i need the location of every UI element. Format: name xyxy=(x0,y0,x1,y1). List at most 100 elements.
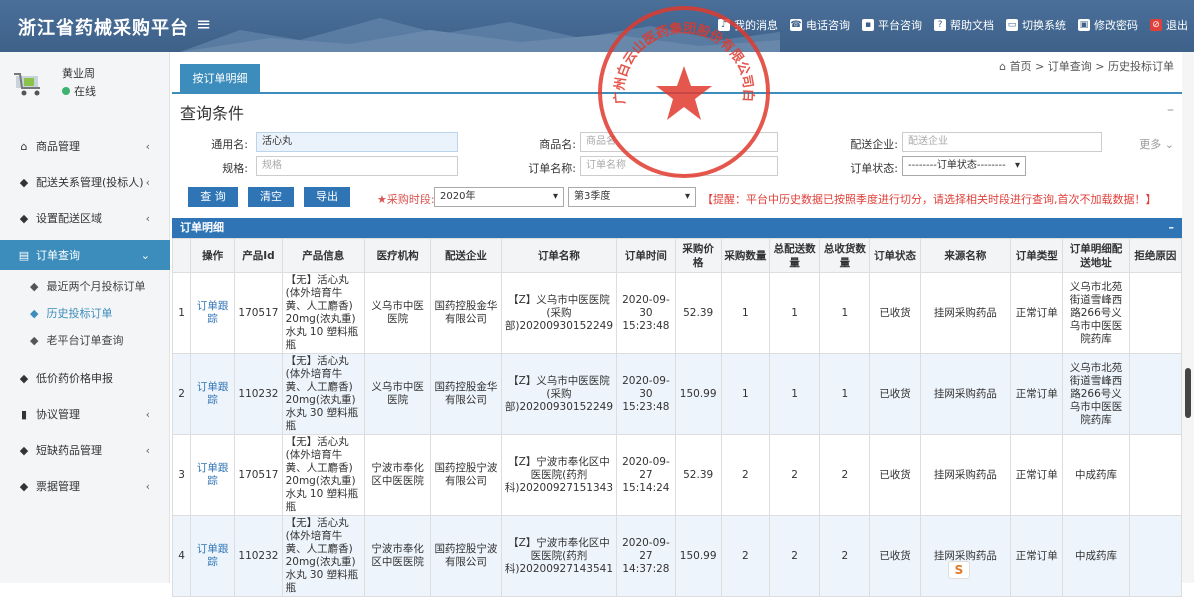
sidebar-sub-recent-orders[interactable]: ◆ 最近两个月投标订单 xyxy=(0,274,170,298)
product-name-label: 商品名: xyxy=(539,138,576,151)
scrollbar-thumb[interactable] xyxy=(1185,368,1191,418)
sidebar-item-delivery-area[interactable]: ◆ 设置配送区域 ‹ xyxy=(0,204,170,232)
switch-icon: ▭ xyxy=(1006,19,1018,31)
sidebar-item-goods[interactable]: ⌂ 商品管理 ‹ xyxy=(0,132,170,160)
chevron-left-icon: ‹ xyxy=(145,479,150,493)
order-track-link[interactable]: 订单跟踪 xyxy=(190,353,236,435)
price: 52.39 xyxy=(674,434,722,516)
export-button[interactable]: 导出 xyxy=(304,187,350,207)
product-id: 110232 xyxy=(234,515,283,597)
caret-down-icon: ▾ xyxy=(552,191,558,202)
clear-button[interactable]: 清空 xyxy=(248,187,294,207)
collapse-icon[interactable]: – xyxy=(1169,218,1175,238)
order-time: 2020-09-30 15:23:48 xyxy=(616,272,676,354)
price: 150.99 xyxy=(674,353,722,435)
spec-label: 规格: xyxy=(222,162,248,175)
caret-down-icon: ▾ xyxy=(684,191,690,202)
col-header: 总配送数量 xyxy=(768,238,821,273)
topnav-password[interactable]: ▣ 修改密码 xyxy=(1078,17,1138,33)
sidebar-item-label: 协议管理 xyxy=(36,408,80,421)
diamond-icon: ◆ xyxy=(19,479,29,493)
user-name: 黄业周 xyxy=(62,67,95,80)
topnav-logout[interactable]: ⊘ 退出 xyxy=(1150,17,1188,33)
sidebar-item-label: 票据管理 xyxy=(36,480,80,493)
order-time: 2020-09-27 14:37:28 xyxy=(616,515,676,597)
caret-down-icon: ▾ xyxy=(1014,160,1020,171)
product-id: 110232 xyxy=(234,353,283,435)
hospital: 义乌市中医医院 xyxy=(363,353,432,435)
topnav-help[interactable]: ? 帮助文档 xyxy=(934,17,994,33)
more-toggle[interactable]: 更多 ⌄ xyxy=(1139,136,1174,152)
sidebar-sub-label: 历史投标订单 xyxy=(46,307,113,320)
year-select[interactable]: 2020年 ▾ xyxy=(434,187,564,207)
sidebar-item-agreement[interactable]: ▮ 协议管理 ‹ xyxy=(0,400,170,428)
sidebar-item-delivery-relation[interactable]: ◆ 配送关系管理(投标人) ‹ xyxy=(0,168,170,196)
hospital: 宁波市奉化区中医医院 xyxy=(363,515,432,597)
breadcrumb-level2[interactable]: 历史投标订单 xyxy=(1108,60,1174,73)
product-name-input[interactable]: 商品名 xyxy=(580,132,778,152)
order-type: 正常订单 xyxy=(1010,515,1064,597)
status-select[interactable]: --------订单状态-------- ▾ xyxy=(902,156,1026,176)
sidebar-item-invoice[interactable]: ◆ 票据管理 ‹ xyxy=(0,472,170,500)
col-header: 拒绝原因 xyxy=(1128,238,1183,273)
topnav-phone[interactable]: ☎ 电话咨询 xyxy=(790,17,850,33)
generic-name-input[interactable]: 活心丸 xyxy=(256,132,458,152)
sidebar-sub-label: 最近两个月投标订单 xyxy=(46,280,146,293)
sidebar-item-label: 短缺药品管理 xyxy=(36,444,102,457)
tab-order-detail[interactable]: 按订单明细 xyxy=(180,64,260,94)
query-title: 查询条件 xyxy=(180,104,245,123)
floating-chat-icon[interactable]: S xyxy=(948,561,970,579)
dist-input[interactable]: 配送企业 xyxy=(902,132,1102,152)
breadcrumb-level1[interactable]: 订单查询 xyxy=(1048,60,1092,73)
logout-icon: ⊘ xyxy=(1150,19,1162,31)
sidebar-sub-label: 老平台订单查询 xyxy=(46,334,124,347)
source-name: 挂网采购药品 xyxy=(919,353,1012,435)
order-table: 操作 产品Id 产品信息 医疗机构 配送企业 订单名称 订单时间 采购价格 采购… xyxy=(171,238,1183,597)
topnav-consult[interactable]: ▪ 平台咨询 xyxy=(862,17,922,33)
collapse-icon[interactable]: – xyxy=(1167,102,1174,118)
quarter-select[interactable]: 第3季度 ▾ xyxy=(568,187,696,207)
page-scrollbar[interactable] xyxy=(1182,52,1194,583)
received-quantity: 2 xyxy=(819,515,871,597)
diamond-icon: ◆ xyxy=(19,443,29,457)
sidebar-item-shortage[interactable]: ◆ 短缺药品管理 ‹ xyxy=(0,436,170,464)
order-track-link[interactable]: 订单跟踪 xyxy=(190,515,236,597)
topnav-messages[interactable]: ♪ 我的消息 xyxy=(718,17,778,33)
product-info: 【无】活心丸(体外培育牛黄、人工麝香) 20mg(浓丸重) 水丸 30 塑料瓶 … xyxy=(281,353,365,435)
dist-label: 配送企业: xyxy=(850,138,898,151)
diamond-icon: ◆ xyxy=(19,211,29,225)
col-header: 操作 xyxy=(190,238,236,273)
spec-input[interactable]: 规格 xyxy=(256,156,458,176)
sidebar-sub-history-orders[interactable]: ◆ 历史投标订单 xyxy=(0,301,170,325)
top-bar: 浙江省药械采购平台 ≡ ♪ 我的消息 ☎ 电话咨询 ▪ 平台咨询 ? 帮助文档 ▭ 切换系… xyxy=(0,0,1194,52)
delivery-address: 义乌市北苑街道雪峰西路266号义乌市中医医院药库 xyxy=(1062,272,1130,354)
order-track-link[interactable]: 订单跟踪 xyxy=(190,434,236,516)
chevron-down-icon: ⌄ xyxy=(1164,138,1174,151)
distributor: 国药控股金华有限公司 xyxy=(430,272,502,354)
sidebar: 黄业周 在线 ⌂ 商品管理 ‹ ◆ 配送关系管理(投标人) ‹ ◆ 设置配送区域 ‹ ▤ 订单… xyxy=(0,52,170,583)
sidebar-sub-old-platform[interactable]: ◆ 老平台订单查询 xyxy=(0,328,170,352)
chevron-left-icon: ‹ xyxy=(145,443,150,457)
sent-quantity: 1 xyxy=(768,353,821,435)
sidebar-item-order-query[interactable]: ▤ 订单查询 ⌄ xyxy=(0,240,170,270)
order-name-label: 订单名称: xyxy=(528,162,576,175)
col-header: 配送企业 xyxy=(430,238,502,273)
topnav-switch[interactable]: ▭ 切换系统 xyxy=(1006,17,1066,33)
order-name-input[interactable]: 订单名称 xyxy=(580,156,778,176)
topnav-label: 平台咨询 xyxy=(878,19,922,32)
chevron-left-icon: ‹ xyxy=(145,211,150,225)
source-name: 挂网采购药品 xyxy=(919,272,1012,354)
topnav-label: 修改密码 xyxy=(1094,19,1138,32)
source-name: 挂网采购药品 xyxy=(919,515,1012,597)
search-button[interactable]: 查 询 xyxy=(188,187,238,207)
diamond-icon: ◆ xyxy=(19,371,29,385)
order-status: 已收货 xyxy=(869,515,921,597)
diamond-icon: ◆ xyxy=(30,333,39,347)
col-header xyxy=(171,238,192,273)
menu-toggle-icon[interactable]: ≡ xyxy=(196,14,211,35)
diamond-icon: ◆ xyxy=(30,279,39,293)
grid-title: 订单明细 xyxy=(180,221,224,234)
breadcrumb-home[interactable]: 首页 xyxy=(1010,60,1032,73)
order-track-link[interactable]: 订单跟踪 xyxy=(190,272,236,354)
sidebar-item-low-price[interactable]: ◆ 低价药价格申报 xyxy=(0,364,170,392)
